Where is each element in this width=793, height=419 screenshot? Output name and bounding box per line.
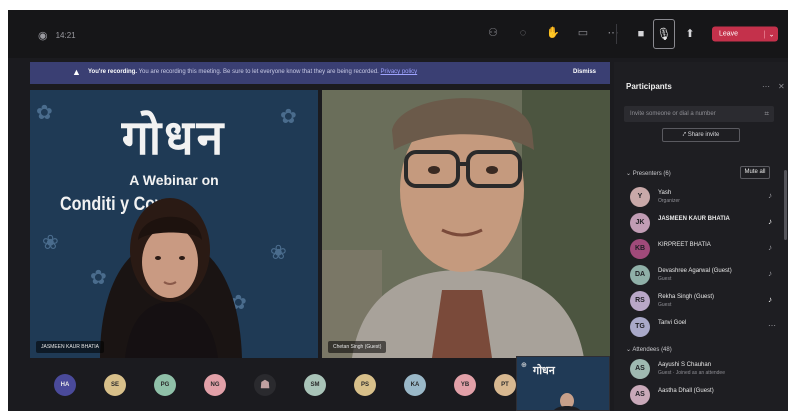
attendee-name: Aayushi S Chauhan — [658, 362, 712, 368]
chevron-down-icon[interactable]: ⌄ — [764, 30, 778, 38]
avatar[interactable]: PS — [354, 374, 376, 396]
share-invite-button[interactable]: ⤤ Share invite — [662, 128, 740, 142]
toolbar-divider — [616, 24, 617, 44]
avatar: RS — [630, 291, 650, 311]
meeting-timer: ◉ 14:21 — [38, 30, 76, 42]
participant-avatar-strip: HA SE PG NG ☗ SM PS KA YB PT — [30, 362, 520, 411]
more-options-icon[interactable]: ⋯ — [604, 24, 622, 42]
avatar-photo[interactable]: ☗ — [254, 374, 276, 396]
microphone-off-icon: ♪ — [768, 269, 772, 278]
mute-all-button[interactable]: Mute all — [740, 166, 770, 179]
people-icon[interactable]: ⚇ — [484, 24, 502, 42]
privacy-policy-link[interactable]: Privacy policy — [381, 69, 418, 75]
attendee-row[interactable]: AS Aastha Dhall (Guest) — [624, 384, 778, 406]
close-icon[interactable]: ✕ — [778, 82, 785, 91]
chevron-down-icon: ⌄ — [626, 347, 632, 353]
panel-scrollbar[interactable] — [784, 170, 787, 240]
video-tile-presenter[interactable]: ✿ ✿ ❀ ❀ ✿ ✿ गोधन A Webinar on Conditi y … — [30, 90, 318, 358]
participant-row[interactable]: TG Tanvi Goel ⋯ — [624, 316, 778, 338]
dialpad-icon[interactable]: ⌗ — [764, 109, 769, 119]
avatar: AS — [630, 359, 650, 379]
participants-panel: Participants ⋯ ✕ Invite someone or dial … — [614, 62, 788, 411]
camera-icon[interactable]: ■ — [630, 25, 652, 43]
share-icon: ⤤ — [682, 132, 687, 138]
participant-role: Guest — [658, 276, 672, 282]
microphone-off-icon: ♪ — [768, 243, 772, 252]
chat-icon[interactable]: ◌ — [514, 24, 532, 42]
participant-row[interactable]: Y Yash Organizer ♪ — [624, 186, 778, 208]
participant-name-tag: JASMEEN KAUR BHATIA — [36, 341, 104, 353]
participant-role: Guest — [658, 302, 672, 308]
participant-name-tag: Chetan Singh (Guest) — [328, 341, 387, 353]
participant-row[interactable]: KB KIRPREET BHATIA ♪ — [624, 238, 778, 260]
avatar: TG — [630, 317, 650, 337]
avatar[interactable]: PT — [494, 374, 516, 396]
participant-name: JASMEEN KAUR BHATIA — [658, 216, 730, 222]
avatar[interactable]: YB — [454, 374, 476, 396]
microphone-icon: ♪ — [768, 217, 772, 226]
more-options-icon[interactable]: ⋯ — [768, 321, 776, 330]
presenter-video — [100, 198, 242, 358]
attendees-section-label[interactable]: ⌄ Attendees (48) — [626, 346, 672, 353]
thumbnail-video — [554, 393, 580, 410]
participant-row[interactable]: DA Devashree Agarwal (Guest) Guest ♪ — [624, 264, 778, 286]
microphone-icon: ♪ — [768, 191, 772, 200]
recording-message: You're recording. You are recording this… — [88, 69, 418, 75]
participant-name: Tanvi Goel — [658, 320, 687, 326]
avatar[interactable]: NG — [204, 374, 226, 396]
warning-icon: ▲ — [72, 67, 81, 77]
participant-row[interactable]: RS Rekha Singh (Guest) Guest ♪ — [624, 290, 778, 312]
chevron-down-icon: ⌄ — [626, 171, 632, 177]
self-view-thumbnail[interactable]: ⊕ गोधन — [516, 356, 610, 411]
avatar: KB — [630, 239, 650, 259]
breakout-rooms-icon[interactable]: ▭ — [574, 24, 592, 42]
participant-name: Rekha Singh (Guest) — [658, 294, 715, 300]
avatar[interactable]: SM — [304, 374, 326, 396]
participant-row[interactable]: JK JASMEEN KAUR BHATIA ♪ — [624, 212, 778, 234]
attendee-name: Aastha Dhall (Guest) — [658, 388, 714, 394]
video-tile-guest[interactable]: Chetan Singh (Guest) — [322, 90, 610, 358]
microphone-icon: ♪ — [768, 295, 772, 304]
avatar[interactable]: KA — [404, 374, 426, 396]
participant-name: KIRPREET BHATIA — [658, 242, 711, 248]
panel-header-icons: ⋯ ✕ — [762, 82, 785, 91]
avatar[interactable]: HA — [54, 374, 76, 396]
meeting-toolbar: ⚇ ◌ ✋ ▭ ⋯ — [484, 24, 622, 42]
raise-hand-icon[interactable]: ✋ — [544, 24, 562, 42]
avatar[interactable]: SE — [104, 374, 126, 396]
attendee-role: Guest · Joined as an attendee — [658, 370, 725, 376]
leave-button[interactable]: Leave ⌄ — [712, 26, 778, 42]
dismiss-button[interactable]: Dismiss — [573, 69, 596, 75]
panel-title: Participants — [626, 82, 672, 91]
participant-name: Yash — [658, 190, 672, 196]
avatar: JK — [630, 213, 650, 233]
avatar: AS — [630, 385, 650, 405]
avatar[interactable]: PG — [154, 374, 176, 396]
avatar: DA — [630, 265, 650, 285]
guest-video — [322, 90, 610, 358]
recording-banner: ▲ You're recording. You are recording th… — [30, 62, 610, 84]
presenters-section-label[interactable]: ⌄ Presenters (6) — [626, 170, 671, 177]
attendee-row[interactable]: AS Aayushi S Chauhan Guest · Joined as a… — [624, 358, 778, 380]
invite-search-input[interactable]: Invite someone or dial a number ⌗ — [624, 106, 774, 122]
leave-label: Leave — [719, 30, 739, 38]
participant-role: Organizer — [658, 198, 680, 204]
pop-out-icon[interactable]: ⋯ — [762, 82, 770, 91]
avatar: Y — [630, 187, 650, 207]
teams-meeting-window: ◉ 14:21 ⚇ ◌ ✋ ▭ ⋯ ■ 🎙 ⬆ Leave ⌄ ▲ You're… — [8, 10, 788, 411]
microphone-icon[interactable]: 🎙 — [653, 19, 675, 49]
share-screen-icon[interactable]: ⬆ — [681, 25, 699, 43]
participant-name: Devashree Agarwal (Guest) — [658, 268, 732, 274]
shield-icon: ◉ — [38, 30, 48, 42]
meeting-title-bar: ◉ 14:21 ⚇ ◌ ✋ ▭ ⋯ ■ 🎙 ⬆ Leave ⌄ — [8, 10, 788, 58]
